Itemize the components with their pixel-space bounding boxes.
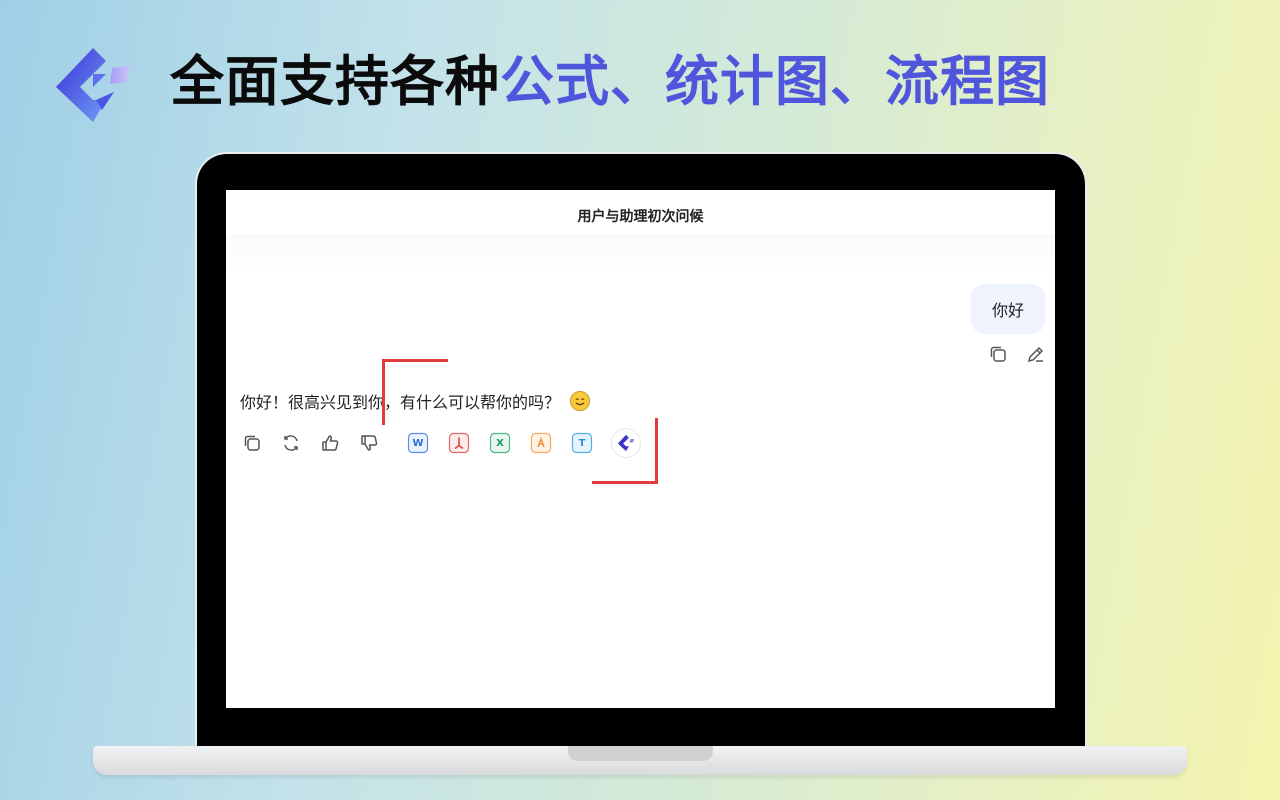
app-logo-icon [56,48,130,122]
excel-file-icon[interactable]: X [489,432,511,454]
thumbs-up-icon[interactable] [318,431,342,455]
smiling-face-icon [570,391,591,411]
ppt-file-icon[interactable] [530,432,552,454]
regenerate-icon[interactable] [279,431,303,455]
conversation-title: 用户与助理初次问候 [577,209,704,225]
edit-icon[interactable] [1024,342,1048,366]
text-glyph: T [578,437,586,449]
word-file-icon[interactable]: W [407,432,429,454]
headline-highlight: 公式、统计图、流程图 [500,50,1050,113]
text-file-icon[interactable]: T [571,432,593,454]
title-divider [226,234,1055,274]
headline-primary: 全面支持各种 [170,50,500,113]
excel-glyph: X [496,437,504,449]
copy-icon[interactable] [986,342,1010,366]
word-glyph: W [412,437,424,449]
highlight-corner-bottom-right [592,418,658,484]
user-message-actions [986,342,1048,366]
user-message-bubble: 你好 [970,284,1045,334]
assistant-message-actions: W X T [240,428,641,458]
thumbs-down-icon[interactable] [357,431,381,455]
pdf-file-icon[interactable] [448,432,470,454]
copy-icon[interactable] [240,431,264,455]
laptop-notch [568,746,713,761]
headline: 全面支持各种公式、统计图、流程图 [170,50,1050,114]
highlight-corner-top-left [382,359,448,425]
